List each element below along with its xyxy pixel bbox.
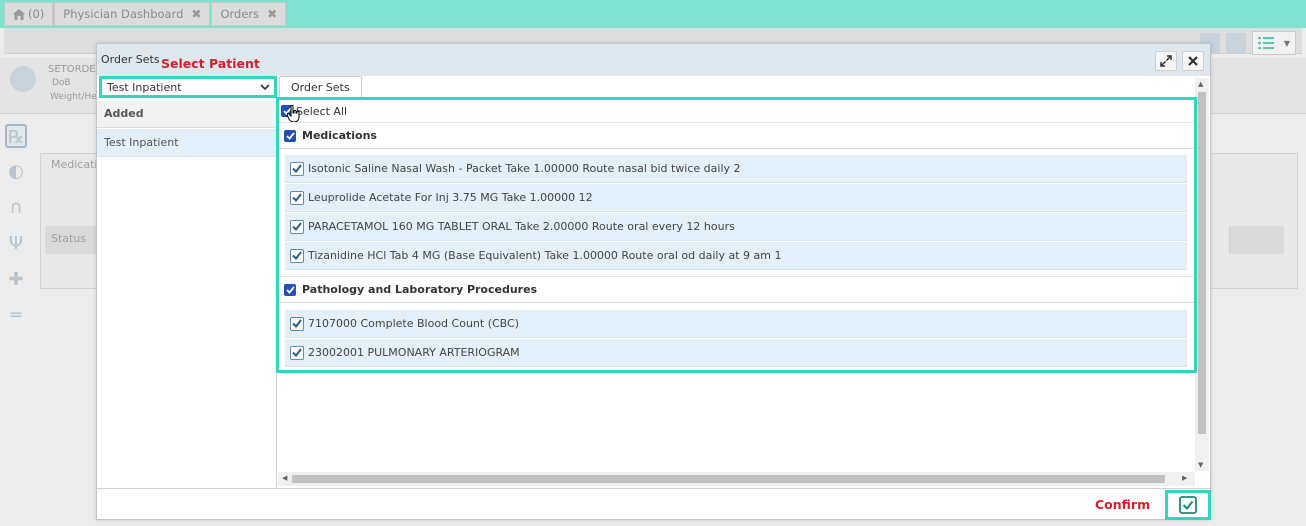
section-pathology[interactable]: Pathology and Laboratory Procedures bbox=[279, 276, 1194, 303]
horizontal-scroll-thumb[interactable] bbox=[292, 475, 1165, 483]
patient-select[interactable]: Test Inpatient bbox=[99, 76, 277, 98]
list-item[interactable]: PARACETAMOL 160 MG TABLET ORAL Take 2.00… bbox=[285, 213, 1187, 241]
list-menu-button[interactable]: ▼ bbox=[1252, 31, 1296, 55]
item-checkbox[interactable] bbox=[290, 345, 304, 360]
scroll-up-icon[interactable]: ▲ bbox=[1198, 80, 1203, 88]
close-dialog-button[interactable] bbox=[1182, 51, 1204, 71]
close-icon[interactable]: ✖ bbox=[267, 7, 277, 21]
tab-orders-label: Orders bbox=[220, 7, 260, 21]
scroll-down-icon[interactable]: ▼ bbox=[1198, 461, 1203, 469]
patient-select-value: Test Inpatient bbox=[107, 80, 182, 94]
tab-physician-dashboard-label: Physician Dashboard bbox=[63, 7, 184, 21]
medication-card: Medicatio Status bbox=[40, 153, 104, 289]
fork-knife-icon[interactable]: Ψ bbox=[5, 232, 27, 256]
scroll-left-icon[interactable]: ◀ bbox=[282, 474, 287, 482]
tab-bar: (0) Physician Dashboard ✖ Orders ✖ bbox=[4, 2, 287, 26]
print-icon[interactable] bbox=[1226, 33, 1246, 53]
section-medications[interactable]: Medications bbox=[279, 122, 1194, 149]
select-all-label: Select All bbox=[296, 104, 348, 118]
section-checkbox[interactable] bbox=[284, 129, 296, 142]
dialog-header: Order Sets Select Patient bbox=[97, 44, 1210, 76]
chevron-down-icon: ▼ bbox=[1283, 38, 1291, 48]
chevron-down-icon bbox=[260, 83, 270, 90]
check-square-icon bbox=[1179, 496, 1197, 514]
check-icon bbox=[292, 319, 302, 328]
list-item[interactable]: 23002001 PULMONARY ARTERIOGRAM bbox=[285, 339, 1187, 367]
confirm-button[interactable] bbox=[1165, 490, 1211, 520]
patient-weight: Weight/He bbox=[50, 92, 97, 102]
patient-column: Test Inpatient Added Test Inpatient bbox=[97, 76, 277, 488]
tab-orders[interactable]: Orders ✖ bbox=[211, 2, 287, 26]
item-label: Leuprolide Acetate For Inj 3.75 MG Take … bbox=[308, 191, 593, 204]
item-label: Tizanidine HCl Tab 4 MG (Base Equivalent… bbox=[308, 249, 782, 262]
item-checkbox[interactable] bbox=[290, 316, 304, 331]
list-item[interactable]: 7107000 Complete Blood Count (CBC) bbox=[285, 310, 1187, 338]
added-header: Added bbox=[97, 101, 276, 128]
avatar bbox=[10, 66, 36, 92]
horizontal-scrollbar[interactable]: ◀ ▶ bbox=[278, 472, 1195, 486]
section-checkbox[interactable] bbox=[284, 283, 296, 296]
added-patient-item[interactable]: Test Inpatient bbox=[97, 129, 276, 157]
bed-icon[interactable]: ═ bbox=[5, 304, 27, 328]
status-header: Status bbox=[45, 226, 99, 254]
check-icon bbox=[292, 348, 302, 357]
item-checkbox[interactable] bbox=[290, 190, 304, 205]
check-icon bbox=[285, 131, 295, 140]
section-title: Medications bbox=[302, 129, 377, 142]
check-icon bbox=[292, 164, 302, 173]
item-checkbox[interactable] bbox=[290, 161, 304, 176]
close-icon bbox=[1188, 56, 1198, 66]
close-icon[interactable]: ✖ bbox=[191, 7, 201, 21]
pill-icon[interactable]: ◐ bbox=[5, 160, 27, 184]
item-label: PARACETAMOL 160 MG TABLET ORAL Take 2.00… bbox=[308, 220, 735, 233]
patient-name: SETORDE bbox=[48, 64, 96, 75]
check-icon bbox=[292, 193, 302, 202]
annotation-select-patient: Select Patient bbox=[161, 56, 260, 71]
scroll-right-icon[interactable]: ▶ bbox=[1182, 474, 1187, 482]
list-item[interactable]: Tizanidine HCl Tab 4 MG (Base Equivalent… bbox=[285, 242, 1187, 270]
order-sets-dialog: Order Sets Select Patient Test Inpatient… bbox=[96, 43, 1211, 520]
toolbar-right-icons: ▼ bbox=[1200, 31, 1296, 55]
patient-select-field[interactable]: Test Inpatient bbox=[102, 79, 274, 95]
check-icon bbox=[292, 251, 302, 260]
left-sidebar: ℞ ◐ ∩ Ψ ✚ ═ bbox=[0, 116, 32, 416]
tab-home[interactable]: (0) bbox=[4, 2, 54, 26]
tab-order-sets-label: Order Sets bbox=[291, 81, 350, 94]
check-icon bbox=[292, 222, 302, 231]
tab-home-label: (0) bbox=[28, 7, 45, 21]
right-card bbox=[1210, 153, 1298, 289]
item-checkbox[interactable] bbox=[290, 219, 304, 234]
dialog-footer: Confirm bbox=[97, 488, 1211, 520]
item-label: Isotonic Saline Nasal Wash - Packet Take… bbox=[308, 162, 741, 175]
vertical-scroll-thumb[interactable] bbox=[1198, 92, 1206, 434]
section-title: Pathology and Laboratory Procedures bbox=[302, 283, 538, 296]
expand-icon bbox=[1160, 55, 1172, 67]
annotation-confirm: Confirm bbox=[1095, 497, 1151, 512]
prescription-icon[interactable]: ℞ bbox=[5, 124, 27, 148]
stethoscope-icon[interactable]: ∩ bbox=[5, 196, 27, 220]
patient-dob: DoB bbox=[52, 78, 71, 88]
item-label: 7107000 Complete Blood Count (CBC) bbox=[308, 317, 519, 330]
table-cell bbox=[1229, 226, 1284, 254]
expand-button[interactable] bbox=[1155, 51, 1177, 71]
home-icon bbox=[13, 8, 25, 20]
vertical-scrollbar[interactable]: ▲ ▼ bbox=[1195, 78, 1209, 471]
hand-cursor-icon bbox=[287, 105, 300, 123]
medical-kit-icon[interactable]: ✚ bbox=[5, 268, 27, 292]
dialog-title: Order Sets bbox=[101, 53, 160, 66]
tab-physician-dashboard[interactable]: Physician Dashboard ✖ bbox=[54, 2, 211, 26]
check-icon bbox=[285, 285, 295, 294]
list-icon bbox=[1257, 37, 1274, 49]
list-item[interactable]: Leuprolide Acetate For Inj 3.75 MG Take … bbox=[285, 184, 1187, 212]
list-item[interactable]: Isotonic Saline Nasal Wash - Packet Take… bbox=[285, 155, 1187, 183]
order-items-box: Select All Medications Isotonic Saline N… bbox=[276, 97, 1197, 373]
item-label: 23002001 PULMONARY ARTERIOGRAM bbox=[308, 346, 520, 359]
item-checkbox[interactable] bbox=[290, 248, 304, 263]
tab-order-sets[interactable]: Order Sets bbox=[279, 76, 362, 98]
